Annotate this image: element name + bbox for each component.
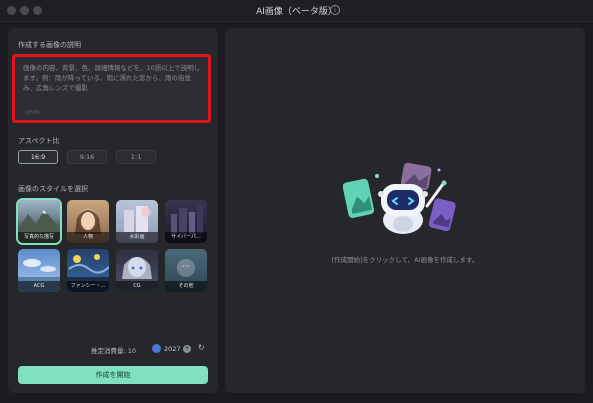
style-label-portrait: 人物	[67, 232, 109, 243]
start-generation-button[interactable]: 作成を開始	[18, 366, 208, 384]
description-input[interactable]: 画像の内容、背景、色、詳細情報などを、10語以上で説明します。例：雨が降っている…	[12, 54, 211, 123]
aspect-ratio-label: アスペクト比	[18, 137, 60, 145]
info-icon[interactable]: i	[330, 5, 340, 15]
window-title: AI画像（ベータ版）	[256, 7, 337, 17]
aspect-1-1-button[interactable]: 1:1	[116, 150, 156, 164]
preview-panel: [作成開始]をクリックして、AI画像を作成します。	[225, 28, 585, 393]
coin-balance: 2027	[164, 345, 181, 353]
style-label-cg: CG	[116, 281, 158, 292]
style-label-watercolor: 水彩画	[116, 232, 158, 243]
style-portrait[interactable]: 人物	[67, 200, 109, 243]
description-placeholder: 画像の内容、背景、色、詳細情報などを、10語以上で説明します。例：雨が降っている…	[23, 64, 201, 92]
style-label-other: その他	[165, 281, 207, 292]
description-label: 作成する画像の説明	[18, 41, 81, 49]
style-label-fantasy: ファンシー・...	[67, 281, 109, 292]
style-other[interactable]: ··· その他	[165, 249, 207, 292]
description-counter: 0/500	[25, 110, 40, 116]
style-cg[interactable]: CG	[116, 249, 158, 292]
more-icon: ···	[177, 259, 195, 277]
title-bar: AI画像（ベータ版） i	[0, 0, 593, 22]
style-label-acg: ACG	[18, 281, 60, 292]
plus-icon[interactable]: +	[183, 345, 191, 353]
style-label-cyberpunk: サイバーパ...	[165, 232, 207, 243]
style-cyberpunk[interactable]: サイバーパ...	[165, 200, 207, 243]
refresh-icon[interactable]: ↻	[198, 343, 205, 352]
style-label: 画像のスタイルを選択	[18, 185, 88, 193]
estimated-cost: 推定消費量: 10	[91, 347, 137, 355]
robot-mascot-illustration	[343, 162, 456, 234]
coin-icon	[152, 344, 161, 353]
style-acg[interactable]: ACG	[18, 249, 60, 292]
style-watercolor[interactable]: 水彩画	[116, 200, 158, 243]
aspect-16-9-button[interactable]: 16:9	[18, 150, 58, 164]
style-fantasy[interactable]: ファンシー・...	[67, 249, 109, 292]
style-photographic[interactable]: 写真的な描写	[16, 198, 62, 245]
generation-hint: [作成開始]をクリックして、AI画像を作成します。	[331, 256, 479, 264]
aspect-9-16-button[interactable]: 9:16	[67, 150, 107, 164]
style-label-photographic: 写真的な描写	[18, 232, 60, 243]
